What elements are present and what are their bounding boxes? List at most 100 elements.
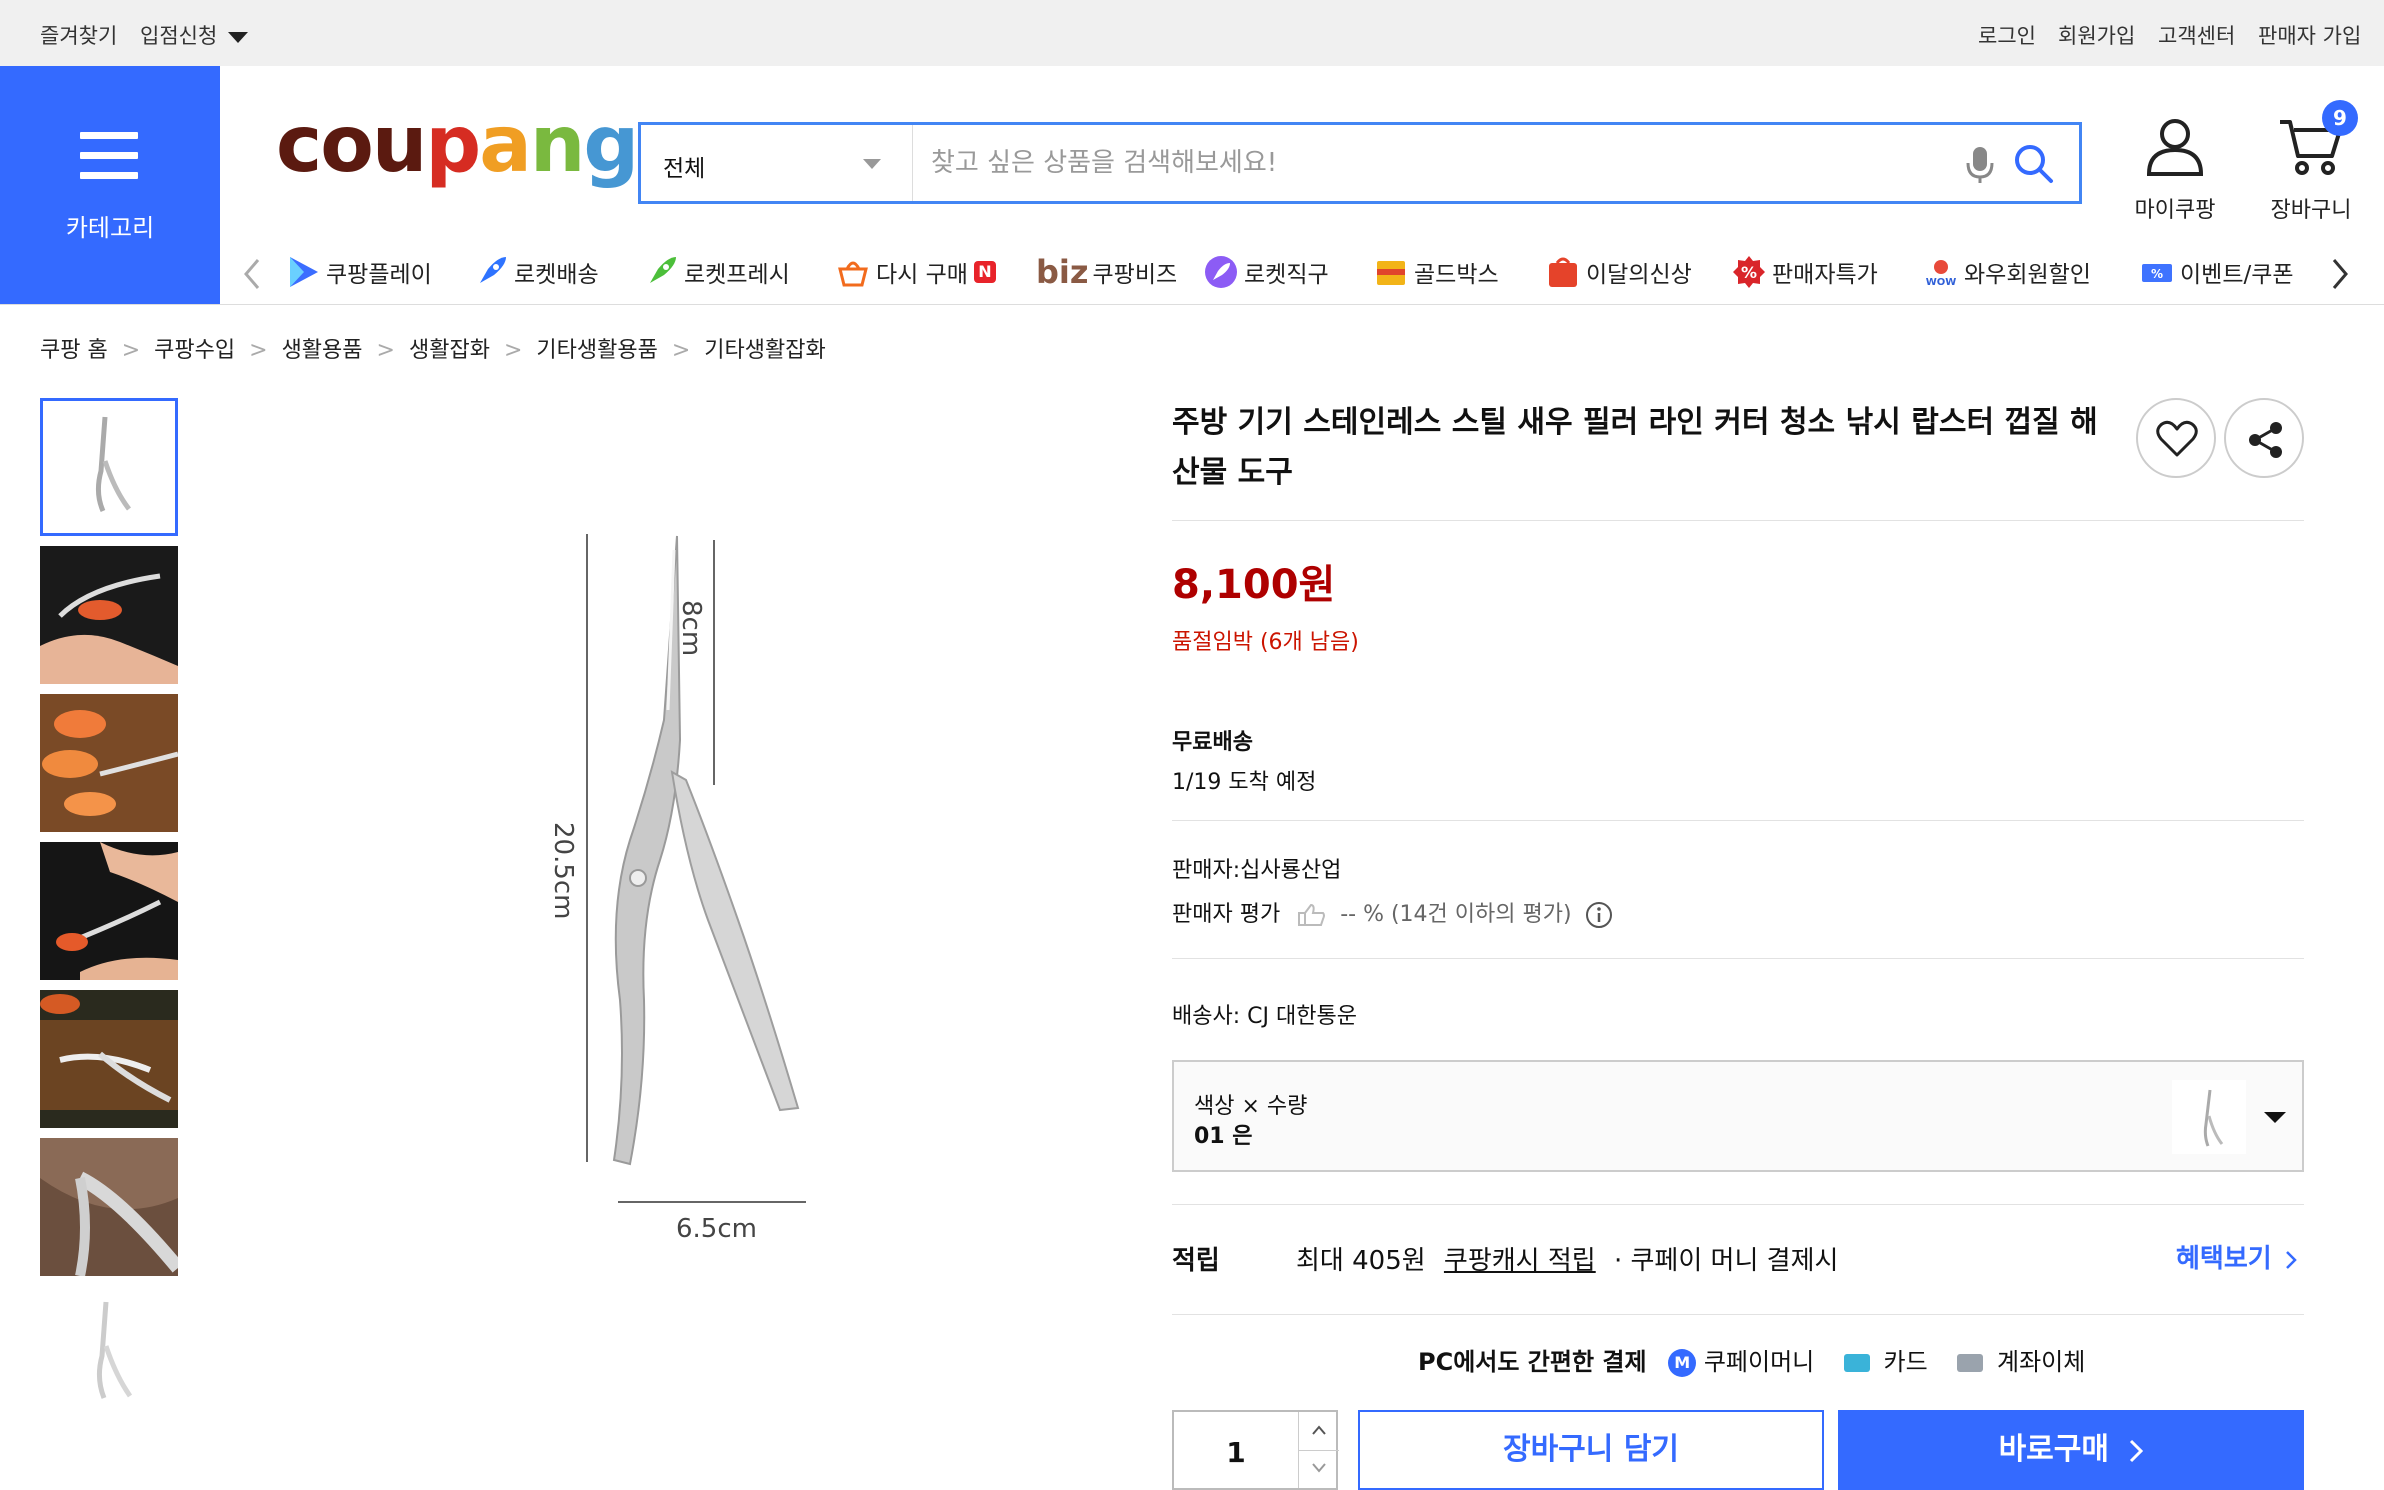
search-category-select[interactable]: 전체 — [641, 125, 913, 201]
search-input[interactable] — [931, 143, 1931, 183]
nav-wow-discount[interactable]: WOW 와우회원할인 — [1924, 254, 2091, 290]
nav-label: 쿠팡비즈 — [1092, 262, 1178, 288]
coupang-logo[interactable]: coupang — [276, 106, 639, 184]
breadcrumb-item[interactable]: 쿠팡 홈 — [40, 338, 108, 363]
breadcrumb-separator-icon: > — [249, 338, 268, 363]
favorites-link[interactable]: 즐겨찾기 — [40, 20, 117, 50]
breadcrumb-separator-icon: > — [503, 338, 523, 363]
nav-label: 로켓프레시 — [684, 262, 790, 288]
nav-seller-deal[interactable]: % 판매자특가 — [1732, 254, 1878, 290]
logo-letter: p — [425, 100, 481, 190]
nav-label: 판매자특가 — [1772, 262, 1878, 288]
nav-label: 로켓배송 — [514, 262, 599, 288]
thumbnail-5[interactable] — [40, 990, 178, 1128]
coupay-money-icon: M — [1668, 1349, 1697, 1377]
thumbnail-4[interactable] — [40, 842, 178, 980]
nav-rocket-fresh[interactable]: 로켓프레시 — [644, 254, 790, 290]
thumbnail-2[interactable] — [40, 546, 178, 684]
courier-info: 배송사: CJ 대한통운 — [1172, 1004, 1357, 1029]
rocket-icon — [476, 257, 506, 287]
thumbnail-1-selected[interactable] — [40, 398, 178, 536]
logo-letter: n — [529, 100, 586, 190]
breadcrumb-separator-icon: > — [376, 338, 395, 363]
cart-count-badge: 9 — [2322, 100, 2358, 136]
divider — [1172, 520, 2304, 521]
chevron-down-icon — [227, 32, 248, 43]
width-dimension-label: 6.5cm — [676, 1214, 757, 1244]
chevron-left-icon[interactable] — [242, 258, 262, 290]
nav-coupang-play[interactable]: 쿠팡플레이 — [286, 254, 432, 290]
breadcrumb-separator-icon: > — [671, 338, 691, 363]
tip-dimension-label: 8cm — [676, 600, 706, 657]
microphone-icon[interactable] — [1965, 145, 1995, 185]
nav-rocket-delivery[interactable]: 로켓배송 — [474, 254, 599, 290]
shrimp-peeled-image — [42, 710, 178, 816]
peeler-board-image — [40, 994, 178, 1110]
share-button[interactable] — [2224, 398, 2304, 478]
breadcrumb-separator-icon: > — [121, 338, 141, 363]
breadcrumb-item[interactable]: 기타생활잡화 — [704, 338, 825, 363]
nav-reorder[interactable]: 다시 구매 N — [836, 254, 996, 290]
thumbnail-7[interactable] — [40, 1286, 178, 1424]
thumbnail-3[interactable] — [40, 694, 178, 832]
breadcrumb-item[interactable]: 기타생활용품 — [536, 338, 657, 363]
buy-now-button[interactable]: 바로구매 — [1838, 1410, 2304, 1490]
chevron-up-icon[interactable] — [1311, 1424, 1327, 1436]
pay-bank-label: 계좌이체 — [1996, 1348, 2086, 1376]
store-apply-link[interactable]: 입점신청 — [140, 20, 248, 50]
thumbnail-6[interactable] — [40, 1138, 178, 1276]
my-coupang-button[interactable]: 마이쿠팡 — [2120, 116, 2230, 224]
thumbs-up-icon — [1298, 903, 1326, 926]
signup-link[interactable]: 회원가입 — [2058, 20, 2135, 50]
add-to-cart-button[interactable]: 장바구니 담기 — [1358, 1410, 1824, 1490]
quantity-stepper: 1 — [1172, 1410, 1339, 1490]
breadcrumb-item[interactable]: 쿠팡수입 — [154, 338, 235, 363]
chevron-down-icon[interactable] — [1311, 1462, 1327, 1474]
benefit-view-link[interactable]: 혜택보기 — [2176, 1238, 2297, 1275]
nav-label: 쿠팡플레이 — [326, 262, 432, 288]
search-icon[interactable] — [2013, 143, 2055, 185]
divider — [1172, 1204, 2304, 1205]
peeler-thumbnail-image — [95, 416, 131, 513]
breadcrumb-item[interactable]: 생활잡화 — [409, 338, 490, 363]
svg-text:%: % — [1741, 263, 1757, 282]
category-menu-button[interactable]: 카테고리 — [0, 66, 220, 304]
seller-rating-value: -- % (14건 이하의 평가) — [1340, 902, 1572, 927]
product-title: 주방 기기 스테인레스 스틸 새우 필러 라인 커터 청소 낚시 랍스터 껍질 … — [1172, 405, 2098, 490]
seller-signup-link[interactable]: 판매자 가입 — [2258, 20, 2361, 50]
nav-label: 로켓직구 — [1244, 262, 1329, 288]
nav-rocket-global[interactable]: 로켓직구 — [1204, 254, 1329, 290]
nav-goldbox[interactable]: 골드박스 — [1374, 254, 1499, 290]
option-label: 색상 × 수량 — [1194, 1094, 1308, 1119]
benefit-link-label: 혜택보기 — [2176, 1244, 2272, 1274]
chevron-right-icon[interactable] — [2330, 258, 2350, 290]
logo-letter: c — [276, 100, 322, 190]
quantity-input[interactable]: 1 — [1174, 1436, 1298, 1469]
search-bar: 전체 — [638, 122, 2082, 204]
shipping-title: 무료배송 — [1172, 730, 1253, 755]
nav-coupang-biz[interactable]: biz 쿠팡비즈 — [1036, 253, 1178, 291]
login-link[interactable]: 로그인 — [1978, 20, 2036, 50]
peeler-plain-image — [96, 1301, 133, 1399]
option-select[interactable]: 색상 × 수량 01 은 — [1172, 1060, 2304, 1172]
peeler-in-use-image — [40, 573, 178, 684]
share-icon — [2249, 422, 2282, 458]
reward-cash-link[interactable]: 쿠팡캐시 적립 — [1444, 1246, 1596, 1276]
stock-notice: 품절임박 (6개 남음) — [1172, 630, 1359, 655]
product-main-image: 8cm 20.5cm 6.5cm — [480, 480, 880, 1280]
info-icon[interactable] — [1585, 901, 1613, 929]
price: 8,100원 — [1172, 562, 1336, 608]
nav-event-coupon[interactable]: % 이벤트/쿠폰 — [2140, 254, 2296, 290]
nav-label: 와우회원할인 — [1964, 262, 2091, 288]
category-label: 카테고리 — [65, 214, 155, 242]
chevron-right-icon — [2285, 1250, 2297, 1269]
card-icon — [1843, 1354, 1870, 1372]
service-nav: 쿠팡플레이 로켓배송 로켓프레시 다시 구매 N biz 쿠팡비즈 로켓직구 골… — [220, 240, 2384, 304]
wishlist-button[interactable] — [2136, 398, 2216, 478]
seller-name[interactable]: 판매자:십사룡산업 — [1172, 852, 1341, 884]
nav-new-arrivals[interactable]: 이달의신상 — [1546, 254, 1692, 290]
customer-center-link[interactable]: 고객센터 — [2158, 20, 2235, 50]
breadcrumb-item[interactable]: 생활용품 — [282, 338, 363, 363]
option-value: 01 은 — [1194, 1124, 1253, 1149]
seller-rating: 판매자 평가 -- % (14건 이하의 평가) — [1172, 896, 1613, 929]
